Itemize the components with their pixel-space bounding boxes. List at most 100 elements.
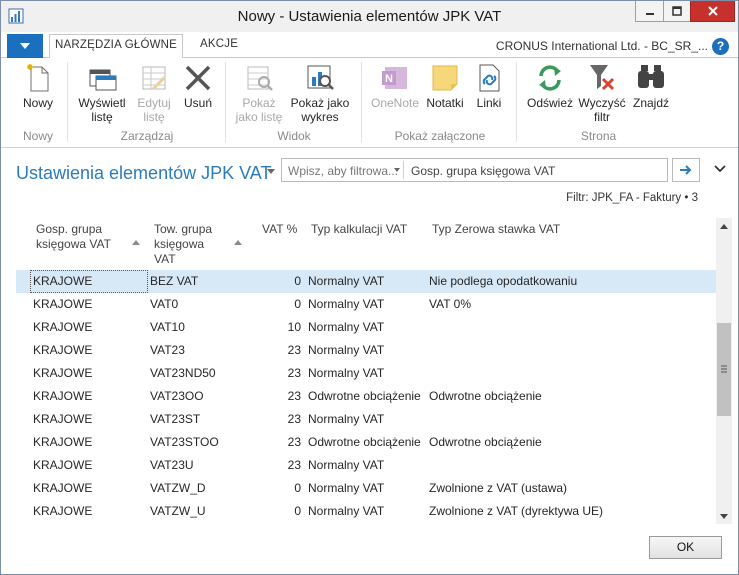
cell-gosp-grupa[interactable]: KRAJOWE — [33, 389, 92, 403]
table-row[interactable]: KRAJOWE VATZW_D 0 Normalny VAT Zwolnione z V… — [16, 477, 716, 500]
cell-typ-zerowa[interactable]: Odwrotne obciążenie — [429, 389, 542, 403]
cell-vat-percent[interactable]: 23 — [251, 435, 301, 449]
table-row[interactable]: KRAJOWE VAT23OO 23 Odwrotne obciążenie Odwro… — [16, 385, 716, 408]
cell-typ-zerowa[interactable]: VAT 0% — [429, 297, 471, 311]
cell-typ-zerowa[interactable]: Zwolnione z VAT (ustawa) — [429, 481, 567, 495]
show-as-list-button[interactable]: Pokaż jako listę — [231, 62, 287, 124]
cell-vat-percent[interactable]: 0 — [251, 297, 301, 311]
minimize-button[interactable] — [635, 1, 664, 22]
cell-typ-zerowa[interactable]: Odwrotne obciążenie — [429, 435, 542, 449]
cell-typ-zerowa[interactable]: Nie podlega opodatkowaniu — [429, 274, 577, 288]
cell-gosp-grupa[interactable]: KRAJOWE — [33, 297, 92, 311]
find-button[interactable]: Znajdź — [629, 62, 673, 110]
cell-vat-percent[interactable]: 23 — [251, 389, 301, 403]
edit-list-button[interactable]: Edytuj listę — [132, 62, 176, 124]
cell-typ-kalkulacji[interactable]: Normalny VAT — [308, 366, 384, 380]
cell-typ-kalkulacji[interactable]: Normalny VAT — [308, 297, 384, 311]
cell-typ-kalkulacji[interactable]: Normalny VAT — [308, 320, 384, 334]
cell-tow-grupa[interactable]: VAT23STOO — [150, 435, 219, 449]
filter-field-select[interactable]: Gosp. grupa księgowa VAT — [411, 164, 555, 178]
new-button[interactable]: Nowy — [13, 62, 63, 110]
title-menu-caret[interactable] — [267, 169, 275, 174]
show-as-list-icon — [247, 66, 273, 91]
links-button[interactable]: Linki — [471, 62, 507, 110]
refresh-icon — [539, 65, 561, 91]
cell-vat-percent[interactable]: 23 — [251, 458, 301, 472]
cell-typ-kalkulacji[interactable]: Odwrotne obciążenie — [308, 389, 421, 403]
column-header-typ-kalkulacji[interactable]: Typ kalkulacji VAT — [311, 222, 407, 237]
close-button[interactable] — [690, 1, 735, 22]
cell-tow-grupa[interactable]: VATZW_D — [150, 481, 206, 495]
column-header-tow-grupa[interactable]: Tow. grupa księgowa VAT — [154, 222, 212, 267]
table-row[interactable]: KRAJOWE VAT23ST 23 Normalny VAT — [16, 408, 716, 431]
cell-gosp-grupa[interactable]: KRAJOWE — [33, 366, 92, 380]
cell-gosp-grupa[interactable]: KRAJOWE — [33, 274, 92, 288]
cell-typ-kalkulacji[interactable]: Normalny VAT — [308, 412, 384, 426]
scroll-down-button[interactable] — [716, 508, 732, 524]
cell-gosp-grupa[interactable]: KRAJOWE — [33, 435, 92, 449]
table-row[interactable]: KRAJOWE VAT23ND50 23 Normalny VAT — [16, 362, 716, 385]
tab-narzedzia-glowne[interactable]: NARZĘDZIA GŁÓWNE — [49, 34, 183, 59]
table-row[interactable]: KRAJOWE VAT10 10 Normalny VAT — [16, 316, 716, 339]
tab-akcje[interactable]: AKCJE — [200, 38, 238, 50]
table-row[interactable]: KRAJOWE VAT23STOO 23 Odwrotne obciążenie Odw… — [16, 431, 716, 454]
refresh-button[interactable]: Odśwież — [524, 62, 576, 110]
cell-vat-percent[interactable]: 23 — [251, 343, 301, 357]
cell-tow-grupa[interactable]: VAT0 — [150, 297, 178, 311]
help-icon[interactable]: ? — [712, 38, 729, 55]
filter-box[interactable]: Wpisz, aby filtrowa... Gosp. grupa księg… — [281, 158, 668, 182]
cell-typ-kalkulacji[interactable]: Odwrotne obciążenie — [308, 435, 421, 449]
chevron-down-icon[interactable] — [713, 163, 727, 175]
column-header-vat-percent[interactable]: VAT % — [262, 222, 297, 237]
ok-button[interactable]: OK — [649, 536, 722, 559]
onenote-button[interactable]: N OneNote — [367, 62, 423, 110]
cell-vat-percent[interactable]: 0 — [251, 481, 301, 495]
cell-vat-percent[interactable]: 23 — [251, 412, 301, 426]
table-row[interactable]: KRAJOWE VATZW_U 0 Normalny VAT Zwolnione z V… — [16, 500, 716, 523]
cell-tow-grupa[interactable]: VAT23 — [150, 343, 185, 357]
filter-dropdown-caret[interactable] — [394, 168, 400, 172]
cell-tow-grupa[interactable]: BEZ VAT — [150, 274, 198, 288]
cell-typ-kalkulacji[interactable]: Normalny VAT — [308, 343, 384, 357]
clear-filter-button[interactable]: Wyczyść filtr — [577, 62, 627, 124]
cell-typ-kalkulacji[interactable]: Normalny VAT — [308, 274, 384, 288]
cell-tow-grupa[interactable]: VAT23U — [150, 458, 194, 472]
notes-button[interactable]: Notatki — [423, 62, 467, 110]
app-menu-button[interactable] — [7, 34, 43, 58]
table-row[interactable]: KRAJOWE VAT23 23 Normalny VAT — [16, 339, 716, 362]
cell-tow-grupa[interactable]: VAT23ND50 — [150, 366, 216, 380]
cell-gosp-grupa[interactable]: KRAJOWE — [33, 343, 92, 357]
apply-filter-button[interactable] — [672, 158, 700, 182]
cell-gosp-grupa[interactable]: KRAJOWE — [33, 458, 92, 472]
cell-vat-percent[interactable]: 10 — [251, 320, 301, 334]
cell-gosp-grupa[interactable]: KRAJOWE — [33, 481, 92, 495]
group-label-widok: Widok — [277, 129, 311, 143]
scroll-thumb[interactable] — [717, 323, 731, 416]
cell-vat-percent[interactable]: 0 — [251, 274, 301, 288]
scroll-up-button[interactable] — [716, 218, 732, 234]
table-row[interactable]: KRAJOWE VAT0 0 Normalny VAT VAT 0% — [16, 293, 716, 316]
delete-button[interactable]: Usuń — [178, 62, 218, 110]
cell-gosp-grupa[interactable]: KRAJOWE — [33, 320, 92, 334]
cell-tow-grupa[interactable]: VAT23ST — [150, 412, 200, 426]
cell-typ-kalkulacji[interactable]: Normalny VAT — [308, 504, 384, 518]
vertical-scrollbar[interactable] — [716, 218, 732, 524]
view-list-button[interactable]: Wyświetl listę — [74, 62, 130, 124]
table-row[interactable]: KRAJOWE BEZ VAT 0 Normalny VAT Nie podlega o… — [16, 270, 716, 293]
cell-tow-grupa[interactable]: VATZW_U — [150, 504, 206, 518]
filter-input[interactable]: Wpisz, aby filtrowa... — [288, 164, 398, 178]
cell-vat-percent[interactable]: 0 — [251, 504, 301, 518]
table-row[interactable]: KRAJOWE VAT23U 23 Normalny VAT — [16, 454, 716, 477]
cell-typ-zerowa[interactable]: Zwolnione z VAT (dyrektywa UE) — [429, 504, 603, 518]
maximize-button[interactable] — [663, 1, 691, 22]
cell-typ-kalkulacji[interactable]: Normalny VAT — [308, 481, 384, 495]
cell-tow-grupa[interactable]: VAT10 — [150, 320, 185, 334]
cell-gosp-grupa[interactable]: KRAJOWE — [33, 504, 92, 518]
cell-tow-grupa[interactable]: VAT23OO — [150, 389, 204, 403]
cell-vat-percent[interactable]: 23 — [251, 366, 301, 380]
cell-typ-kalkulacji[interactable]: Normalny VAT — [308, 458, 384, 472]
column-header-gosp-grupa[interactable]: Gosp. grupa księgowa VAT — [36, 222, 111, 252]
show-as-chart-button[interactable]: Pokaż jako wykres — [289, 62, 351, 124]
column-header-typ-zerowa[interactable]: Typ Zerowa stawka VAT — [432, 222, 560, 237]
cell-gosp-grupa[interactable]: KRAJOWE — [33, 412, 92, 426]
